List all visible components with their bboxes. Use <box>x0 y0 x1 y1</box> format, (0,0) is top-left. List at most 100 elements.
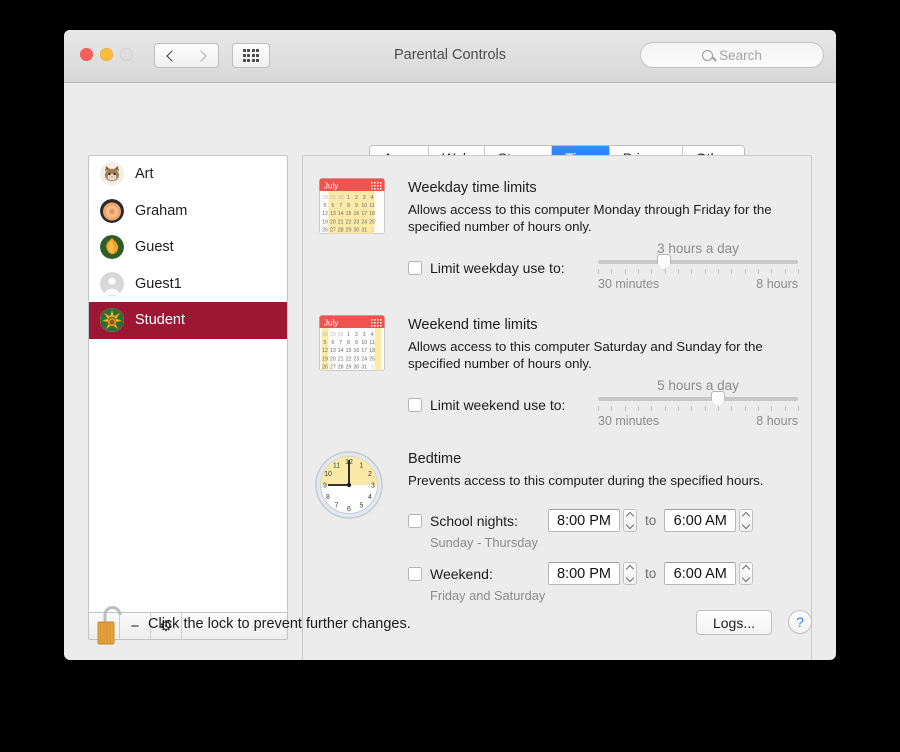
svg-text:20: 20 <box>330 219 336 225</box>
bedtime-from-stepper-1[interactable] <box>623 562 637 585</box>
svg-text:4: 4 <box>368 494 372 501</box>
svg-text:1: 1 <box>347 332 350 338</box>
weekday-slider-track[interactable] <box>598 254 798 270</box>
bedtime-title: Bedtime <box>408 451 462 467</box>
weekday-limit-checkbox-row[interactable]: Limit weekday use to: <box>408 260 565 276</box>
weekday-limit-label: Limit weekday use to: <box>430 260 565 276</box>
weekday-slider[interactable]: 3 hours a day 30 minutes 8 hours <box>598 241 799 291</box>
bedtime-from-0[interactable]: 8:00 PM <box>548 509 620 532</box>
bedtime-to-label-0: to <box>645 513 657 528</box>
bedtime-to-label-1: to <box>645 566 657 581</box>
unlocked-padlock-icon[interactable] <box>96 603 130 650</box>
person-avatar <box>100 271 124 296</box>
svg-text:14: 14 <box>338 348 344 354</box>
search-input[interactable]: Search <box>640 42 824 68</box>
svg-text:12: 12 <box>322 348 328 354</box>
bedtime-note-0: Sunday - Thursday <box>430 535 538 550</box>
weekday-slider-min: 30 minutes <box>598 277 660 291</box>
bedtime-until-stepper-1[interactable] <box>739 562 754 585</box>
bedtime-until-1[interactable]: 6:00 AM <box>664 562 737 585</box>
svg-text:7: 7 <box>339 340 342 346</box>
svg-text:23: 23 <box>354 356 360 362</box>
chevron-down-icon <box>625 520 635 530</box>
svg-text:17: 17 <box>361 211 367 217</box>
svg-text:5: 5 <box>324 340 327 346</box>
user-row-art[interactable]: Art <box>89 156 287 193</box>
user-row-guest1[interactable]: Guest1 <box>89 266 287 303</box>
svg-text:29: 29 <box>330 195 336 201</box>
weekday-slider-knob[interactable] <box>657 254 671 270</box>
weekend-limit-checkbox[interactable] <box>408 398 422 412</box>
svg-text:7: 7 <box>339 203 342 209</box>
bedtime-checkbox-0[interactable] <box>408 513 422 528</box>
bedtime-until-0[interactable]: 6:00 AM <box>664 509 737 532</box>
svg-text:26: 26 <box>322 227 328 233</box>
svg-text:30: 30 <box>354 227 360 233</box>
weekend-slider-min: 30 minutes <box>598 414 660 428</box>
weekend-slider-max: 8 hours <box>756 414 798 428</box>
svg-text:8: 8 <box>347 340 350 346</box>
weekend-slider-track[interactable] <box>598 391 798 407</box>
user-row-student[interactable]: Student <box>89 302 287 339</box>
svg-text:14: 14 <box>338 211 344 217</box>
svg-text:29: 29 <box>346 227 352 233</box>
svg-text:2: 2 <box>355 332 358 338</box>
bedtime-from-1[interactable]: 8:00 PM <box>548 562 620 585</box>
parental-controls-window: Parental Controls Search Art Graham Guest G… <box>64 30 836 660</box>
svg-text:6: 6 <box>331 340 334 346</box>
weekend-slider-ticks <box>598 406 799 412</box>
svg-text:21: 21 <box>338 356 344 362</box>
svg-text:18: 18 <box>369 211 375 217</box>
svg-text:24: 24 <box>361 356 367 362</box>
user-name: Student <box>135 312 185 329</box>
weekend-limit-checkbox-row[interactable]: Limit weekend use to: <box>408 397 565 413</box>
weekend-slider[interactable]: 5 hours a day 30 minutes 8 hours <box>598 378 799 428</box>
svg-text:July: July <box>324 319 338 328</box>
svg-text:11: 11 <box>333 463 340 470</box>
svg-text:2: 2 <box>355 195 358 201</box>
bedtime-note-1: Friday and Saturday <box>430 588 546 603</box>
bedtime-until-stepper-0[interactable] <box>739 509 754 532</box>
svg-text:17: 17 <box>361 348 367 354</box>
svg-text:1: 1 <box>371 227 374 233</box>
lock-message: Click the lock to prevent further change… <box>148 616 411 632</box>
logs-button[interactable]: Logs... <box>696 610 772 635</box>
chevron-down-icon <box>742 573 751 583</box>
bedtime-label-0: School nights: <box>430 512 518 529</box>
weekend-slider-knob[interactable] <box>711 391 725 407</box>
user-row-guest[interactable]: Guest <box>89 229 287 266</box>
svg-text:27: 27 <box>330 364 336 370</box>
bedtime-text: Bedtime Prevents access to this computer… <box>408 451 780 489</box>
weekday-text: Weekday time limits Allows access to thi… <box>408 180 780 235</box>
weekday-slider-value: 3 hours a day <box>657 241 739 256</box>
svg-text:22: 22 <box>346 356 352 362</box>
cat-avatar <box>100 162 124 187</box>
weekday-slider-ticks <box>598 269 799 275</box>
svg-text:3: 3 <box>363 195 366 201</box>
weekday-slider-max: 8 hours <box>756 277 798 291</box>
user-name: Guest1 <box>135 275 182 292</box>
svg-text:28: 28 <box>322 195 328 201</box>
svg-text:1: 1 <box>360 463 364 470</box>
svg-text:6: 6 <box>331 203 334 209</box>
help-button[interactable]: ? <box>788 610 812 634</box>
user-list-panel: ArtGrahamGuestGuest1Student + − ⚙ <box>88 155 288 640</box>
time-settings-panel: July 28 29 30 1 2 3 4 5 6 7 8 9 10 11 12 13 14 15 16 17 18 19… <box>302 155 812 660</box>
bedtime-description: Prevents access to this computer during … <box>408 473 764 488</box>
svg-text:19: 19 <box>322 219 328 225</box>
footer: Click the lock to prevent further change… <box>88 603 812 645</box>
clock-icon: 1212 345 678 91011 <box>313 449 385 526</box>
user-row-graham[interactable]: Graham <box>89 193 287 230</box>
bedtime-checkbox-1[interactable] <box>408 566 422 581</box>
svg-text:9: 9 <box>355 203 358 209</box>
svg-text:23: 23 <box>354 219 360 225</box>
svg-text:20: 20 <box>330 356 336 362</box>
svg-text:30: 30 <box>338 195 344 201</box>
chevron-up-icon <box>625 511 635 521</box>
svg-text:10: 10 <box>324 471 332 478</box>
bedtime-row: Weekend: 8:00 PM to 6:00 AM Friday and Satur… <box>408 562 754 603</box>
calendar-weekday-icon: July 28 29 30 1 2 3 4 5 6 7 8 9 10 11 12 13 14 15 16 17 18 19… <box>319 178 385 239</box>
bedtime-from-stepper-0[interactable] <box>623 509 637 532</box>
weekday-limit-checkbox[interactable] <box>408 261 422 275</box>
svg-text:19: 19 <box>322 356 328 362</box>
